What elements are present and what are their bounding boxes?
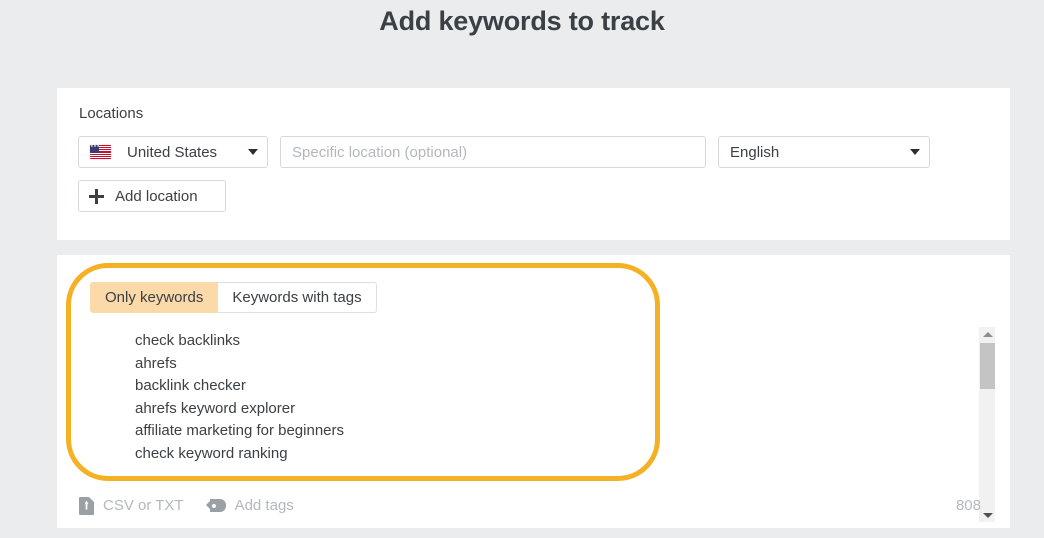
- add-location-label: Add location: [115, 188, 198, 205]
- tab-only-keywords[interactable]: Only keywords: [90, 282, 218, 313]
- locations-card: Locations ★★★★★★★★★★★★★★★★★★ United Stat…: [57, 88, 1010, 240]
- chevron-down-icon: [910, 149, 920, 155]
- character-count: 808: [956, 497, 981, 514]
- list-item: affiliate marketing for beginners: [135, 420, 996, 443]
- list-item: check keyword ranking: [135, 443, 996, 466]
- plus-icon: [89, 189, 104, 204]
- keywords-card: Only keywords Keywords with tags check b…: [57, 255, 1010, 528]
- file-upload-icon: [79, 497, 94, 515]
- scrollbar-thumb[interactable]: [980, 343, 995, 389]
- add-tags-label: Add tags: [235, 497, 294, 514]
- caret-up-icon[interactable]: [979, 327, 996, 341]
- tag-icon: [206, 499, 226, 512]
- keyword-mode-tabs: Only keywords Keywords with tags: [90, 282, 377, 313]
- country-select-value: United States: [127, 144, 242, 161]
- us-flag-icon: ★★★★★★★★★★★★★★★★★★: [90, 145, 111, 159]
- language-select-value: English: [730, 144, 779, 161]
- list-item: check backlinks: [135, 330, 996, 353]
- add-location-button[interactable]: Add location: [78, 180, 226, 212]
- keywords-input-area[interactable]: check backlinks ahrefs backlink checker …: [79, 330, 996, 475]
- keywords-footer: CSV or TXT Add tags 808: [57, 483, 1010, 528]
- chevron-down-icon: [248, 149, 258, 155]
- add-tags-button[interactable]: Add tags: [206, 497, 294, 514]
- specific-location-input[interactable]: [280, 136, 706, 168]
- language-select[interactable]: English: [718, 136, 930, 168]
- csv-upload-label: CSV or TXT: [103, 497, 184, 514]
- csv-upload-button[interactable]: CSV or TXT: [79, 497, 184, 515]
- tab-keywords-with-tags[interactable]: Keywords with tags: [218, 282, 376, 313]
- country-select[interactable]: ★★★★★★★★★★★★★★★★★★ United States: [78, 136, 268, 168]
- keyword-list: check backlinks ahrefs backlink checker …: [79, 330, 996, 465]
- locations-row: ★★★★★★★★★★★★★★★★★★ United States English: [78, 136, 989, 168]
- list-item: ahrefs: [135, 353, 996, 376]
- page-title: Add keywords to track: [0, 6, 1044, 37]
- list-item: ahrefs keyword explorer: [135, 398, 996, 421]
- list-item: backlink checker: [135, 375, 996, 398]
- locations-label: Locations: [79, 105, 989, 122]
